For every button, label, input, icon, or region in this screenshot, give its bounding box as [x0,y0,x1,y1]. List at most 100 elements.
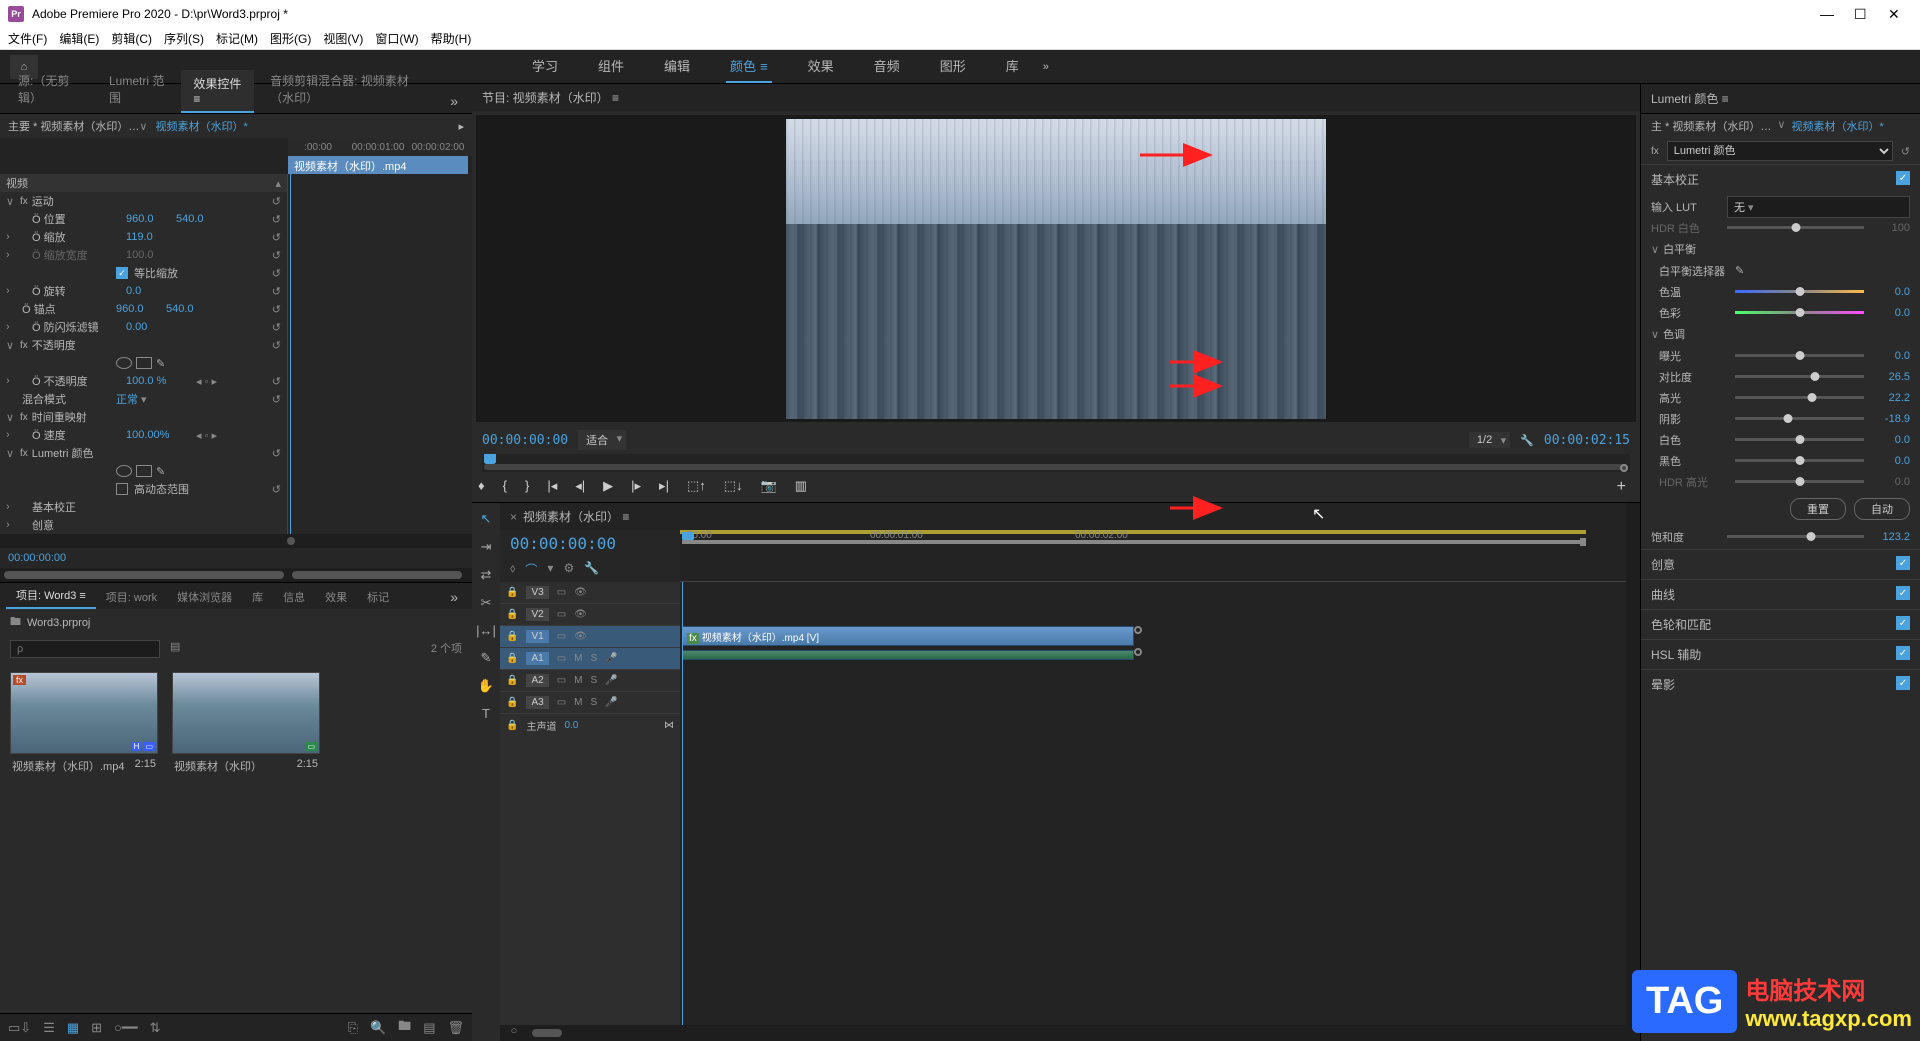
lock-icon[interactable]: 🔒 [506,587,518,598]
anchor-x[interactable]: 960.0 [116,303,166,315]
menu-clip[interactable]: 剪辑(C) [111,30,152,47]
fx-clip-bar[interactable]: 视频素材（水印）.mp4 [288,156,468,174]
timeline-current-time[interactable]: 00:00:00:00 [510,534,616,553]
source-tabs-overflow[interactable]: » [442,89,466,113]
go-to-in-button[interactable]: |◂ [547,478,557,496]
contrast-value[interactable]: 26.5 [1872,371,1910,383]
icon-view-icon[interactable]: ▦ [67,1020,79,1036]
position-x[interactable]: 960.0 [126,213,176,225]
whites-slider[interactable] [1735,438,1864,441]
workspace-effects[interactable]: 效果 [804,50,838,83]
comparison-view-button[interactable]: ▥ [795,478,807,496]
slip-tool[interactable]: |↔| [476,623,496,638]
wrench-icon[interactable]: 🔧 [584,561,599,578]
project-tabs-overflow[interactable]: » [442,585,466,609]
step-forward-button[interactable]: |▸ [631,478,641,496]
uniform-scale-checkbox[interactable]: ✓ [116,267,128,279]
anchor-y[interactable]: 540.0 [166,303,216,315]
tab-effects[interactable]: 效果 [315,585,357,609]
maximize-button[interactable]: ☐ [1854,6,1870,22]
tint-value[interactable]: 0.0 [1872,307,1910,319]
saturation-value[interactable]: 123.2 [1872,531,1910,543]
track-select-tool[interactable]: ⇥ [481,539,492,555]
marker-toggle[interactable]: ▾ [547,561,553,578]
snap-toggle[interactable]: ⬨ [510,561,515,578]
lumetri-mask-pen[interactable]: ✎ [156,465,165,478]
timeline-clip-video[interactable]: fx视频素材（水印）.mp4 [V] [682,626,1134,646]
workspace-learn[interactable]: 学习 [528,50,562,83]
workspace-editing[interactable]: 编辑 [660,50,694,83]
timeline-zoom-scrollbar[interactable] [532,1029,562,1037]
tab-project-work[interactable]: 项目: work [96,585,167,609]
fx-play-icon[interactable]: ▸ [458,120,464,133]
tab-lumetri-scopes[interactable]: Lumetri 范围 [97,67,177,113]
fx-sequence-link[interactable]: 视频素材（水印）* [155,118,247,134]
workspace-color[interactable]: 颜色≡ [726,50,772,83]
exposure-slider[interactable] [1735,354,1864,357]
play-button[interactable]: ▶ [603,478,613,496]
fx-opacity[interactable]: ∨fx不透明度↺ [0,336,287,354]
blend-mode[interactable]: 正常 [116,391,166,407]
lumetri-effect-select[interactable]: Lumetri 颜色 [1667,141,1893,161]
scale-value[interactable]: 119.0 [126,231,176,243]
whites-value[interactable]: 0.0 [1872,434,1910,446]
minimize-button[interactable]: — [1820,6,1836,22]
timeline-sequence-name[interactable]: 视频素材（水印） ≡ [523,510,629,524]
timeline-track-area[interactable]: fx视频素材（水印）.mp4 [V] [680,582,1626,1025]
menu-file[interactable]: 文件(F) [8,30,47,47]
saturation-slider[interactable] [1727,535,1864,538]
timeline-clip-audio[interactable] [682,650,1134,660]
fx-motion[interactable]: ∨fx运动↺ [0,192,287,210]
input-lut-dropdown[interactable]: 无 [1727,196,1910,218]
settings-icon[interactable]: ⚙ [563,561,574,578]
sort-icon[interactable]: ⇅ [150,1020,161,1036]
section-color-wheels[interactable]: 色轮和匹配✓ [1641,609,1920,639]
mask-ellipse-icon[interactable] [116,357,132,369]
shadows-value[interactable]: -18.9 [1872,413,1910,425]
fx-zoom-scrollbar[interactable] [292,571,462,579]
lumetri-sequence-link[interactable]: 视频素材（水印）* [1791,118,1883,134]
program-monitor-view[interactable] [476,115,1636,422]
menu-edit[interactable]: 编辑(E) [59,30,99,47]
tab-audio-mixer[interactable]: 音频剪辑混合器: 视频素材（水印） [258,67,438,113]
menu-window[interactable]: 窗口(W) [375,30,418,47]
flicker-value[interactable]: 0.00 [126,321,176,333]
reset-button[interactable]: 重置 [1790,498,1846,520]
section-creative[interactable]: 创意✓ [1641,549,1920,579]
menu-marker[interactable]: 标记(M) [216,30,258,47]
blacks-value[interactable]: 0.0 [1872,455,1910,467]
project-item[interactable]: fxH▭ 视频素材（水印）.mp42:15 [10,672,158,1003]
zoom-slider[interactable]: ○━━ [114,1020,138,1036]
list-view-icon[interactable]: ☰ [43,1020,55,1036]
rotation-value[interactable]: 0.0 [126,285,176,297]
position-y[interactable]: 540.0 [176,213,226,225]
tab-info[interactable]: 信息 [273,585,315,609]
razor-tool[interactable]: ✂ [481,595,492,611]
project-search-input[interactable] [10,640,160,658]
highlights-slider[interactable] [1735,396,1864,399]
freeform-view-icon[interactable]: ⊞ [91,1020,102,1036]
fx-lumetri[interactable]: ∨fxLumetri 颜色↺ [0,444,287,462]
section-basic-correction[interactable]: 基本校正✓ [1641,164,1920,194]
extract-button[interactable]: ⬚↓ [724,478,743,496]
type-tool[interactable]: T [482,706,490,721]
temperature-slider[interactable] [1735,290,1864,293]
tab-media-browser[interactable]: 媒体浏览器 [167,585,242,609]
selection-tool[interactable]: ↖ [481,511,492,527]
workspace-assembly[interactable]: 组件 [594,50,628,83]
ripple-edit-tool[interactable]: ⇄ [481,567,492,583]
program-progress-bar[interactable] [482,454,1630,472]
find-icon[interactable]: 🔍 [370,1020,386,1036]
tab-source[interactable]: 源:（无剪辑） [6,67,93,113]
pen-tool[interactable]: ✎ [481,650,492,666]
mark-out-button[interactable]: } [525,478,529,496]
blacks-slider[interactable] [1735,459,1864,462]
step-back-button[interactable]: ◂| [575,478,585,496]
workspace-overflow[interactable]: » [1043,61,1049,73]
wrench-icon[interactable]: 🔧 [1520,434,1534,447]
filter-icon[interactable]: ▤ [170,640,180,658]
list-write-icon[interactable]: ▭⇩ [8,1020,31,1036]
shadows-slider[interactable] [1735,417,1864,420]
fit-dropdown[interactable]: 适合 [578,430,626,450]
fx-current-time[interactable]: 00:00:00:00 [8,552,66,564]
